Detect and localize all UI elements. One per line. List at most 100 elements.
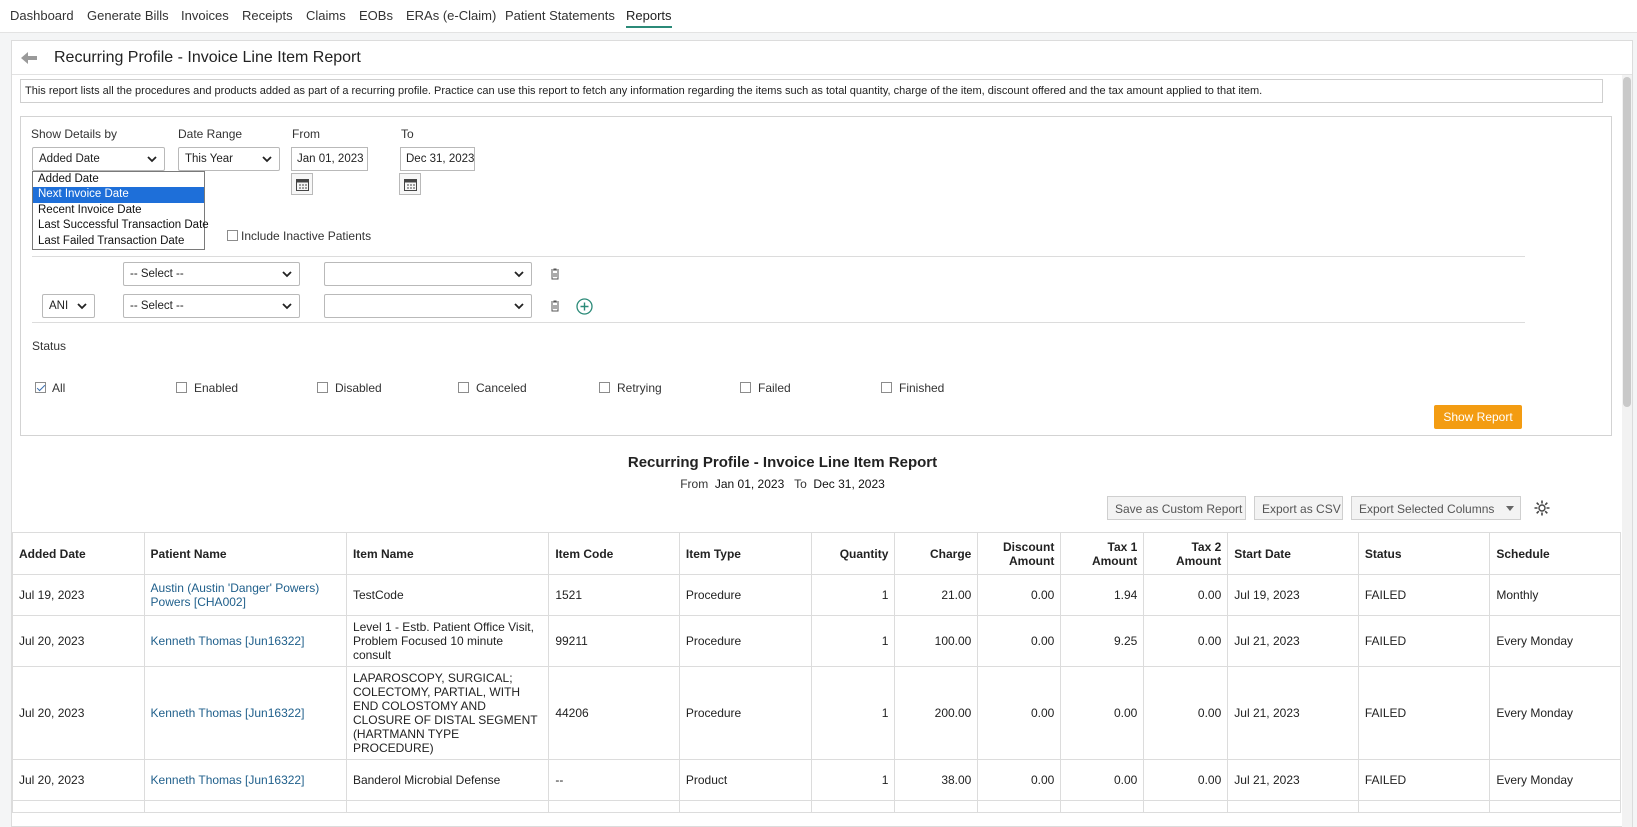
scrollbar-thumb[interactable]: [1623, 77, 1631, 407]
cell-status: FAILED: [1357, 666, 1491, 760]
cell-item-name: Banderol Microbial Defense: [345, 759, 550, 801]
cell-item-type: Procedure: [678, 574, 813, 616]
cell-item-type: Product: [678, 759, 813, 801]
cell-discount: 0.00: [977, 666, 1062, 760]
nav-reports[interactable]: Reports: [626, 8, 672, 28]
report-table: Added Date Patient Name Item Name Item C…: [12, 532, 1621, 813]
dropdown-option[interactable]: Added Date: [33, 172, 204, 187]
nav-claims[interactable]: Claims: [306, 8, 346, 23]
nav-invoices[interactable]: Invoices: [181, 8, 229, 23]
nav-eras[interactable]: ERAs (e-Claim): [406, 8, 496, 23]
col-charge[interactable]: Charge: [894, 532, 979, 575]
calendar-icon: [296, 179, 309, 191]
page-title: Recurring Profile - Invoice Line Item Re…: [54, 49, 361, 66]
cell-item-code: --: [548, 759, 680, 801]
cell-discount: 0.00: [977, 574, 1062, 616]
patient-link[interactable]: Kenneth Thomas [Jun16322]: [151, 634, 305, 648]
chevron-down-icon: [77, 303, 87, 310]
to-calendar-button[interactable]: [399, 173, 421, 195]
criteria-field-select[interactable]: -- Select --: [123, 262, 300, 286]
add-criteria-icon[interactable]: [576, 298, 593, 315]
col-item-name[interactable]: Item Name: [345, 532, 550, 575]
criteria-value-select-2[interactable]: [324, 294, 532, 318]
cell-empty: [811, 800, 896, 813]
cell-empty: [977, 800, 1062, 813]
include-inactive-checkbox[interactable]: [227, 230, 238, 241]
cell-schedule: Every Monday: [1489, 615, 1621, 667]
dropdown-option[interactable]: Last Successful Transaction Date: [33, 218, 209, 233]
dropdown-option[interactable]: Recent Invoice Date: [33, 203, 204, 218]
status-enabled-checkbox[interactable]: [176, 382, 187, 393]
cell-patient-name: Kenneth Thomas [Jun16322]: [143, 615, 347, 667]
criteria-field-select-2[interactable]: -- Select --: [123, 294, 300, 318]
status-failed-label: Failed: [758, 381, 791, 395]
caret-down-icon: [1506, 506, 1514, 511]
patient-link[interactable]: Kenneth Thomas [Jun16322]: [151, 706, 305, 720]
patient-link[interactable]: Kenneth Thomas [Jun16322]: [151, 773, 305, 787]
export-csv-button[interactable]: Export as CSV: [1254, 496, 1343, 520]
cell-tax1: 9.25: [1060, 615, 1145, 667]
criteria-operator-select[interactable]: ANI: [42, 294, 95, 318]
cell-added-date: Jul 19, 2023: [12, 574, 145, 616]
calendar-icon: [404, 179, 417, 191]
nav-eobs[interactable]: EOBs: [359, 8, 393, 23]
cell-start-date: Jul 21, 2023: [1227, 615, 1359, 667]
criteria-field-value: -- Select --: [130, 268, 184, 280]
back-arrow-icon[interactable]: [20, 51, 38, 65]
cell-empty: [1143, 800, 1229, 813]
col-added-date[interactable]: Added Date: [12, 532, 145, 575]
status-finished-checkbox[interactable]: [881, 382, 892, 393]
col-patient-name[interactable]: Patient Name: [143, 532, 347, 575]
status-canceled-checkbox[interactable]: [458, 382, 469, 393]
save-custom-report-button[interactable]: Save as Custom Report: [1107, 496, 1246, 520]
nav-receipts[interactable]: Receipts: [242, 8, 293, 23]
status-label: Status: [32, 339, 67, 353]
chevron-down-icon: [147, 156, 157, 163]
criteria-value-select[interactable]: [324, 262, 532, 286]
col-quantity[interactable]: Quantity: [811, 532, 896, 575]
col-schedule[interactable]: Schedule: [1489, 532, 1621, 575]
nav-generate-bills[interactable]: Generate Bills: [87, 8, 169, 23]
date-range-select[interactable]: This Year: [178, 147, 280, 171]
cell-tax1: 0.00: [1060, 759, 1145, 801]
cell-item-type: Procedure: [678, 666, 813, 760]
col-tax2-amount[interactable]: Tax 2 Amount: [1143, 532, 1229, 575]
trash-icon[interactable]: [548, 267, 562, 281]
cell-item-type: Procedure: [678, 615, 813, 667]
from-calendar-button[interactable]: [291, 173, 313, 195]
cell-charge: 21.00: [894, 574, 979, 616]
trash-icon[interactable]: [548, 299, 562, 313]
dropdown-option-highlighted[interactable]: Next Invoice Date: [33, 187, 204, 203]
col-discount-amount[interactable]: Discount Amount: [977, 532, 1062, 575]
date-range-value: This Year: [185, 153, 233, 165]
status-retrying-checkbox[interactable]: [599, 382, 610, 393]
criteria-field-value-2: -- Select --: [130, 300, 184, 312]
col-item-type[interactable]: Item Type: [678, 532, 813, 575]
to-date-input[interactable]: Dec 31, 2023: [400, 147, 475, 171]
show-report-button[interactable]: Show Report: [1434, 405, 1522, 429]
cell-empty: [548, 800, 680, 813]
status-all-checkbox[interactable]: [35, 382, 46, 393]
col-item-code[interactable]: Item Code: [548, 532, 680, 575]
col-tax1-amount[interactable]: Tax 1 Amount: [1060, 532, 1145, 575]
nav-dashboard[interactable]: Dashboard: [10, 8, 74, 23]
from-date-input[interactable]: Jan 01, 2023: [291, 147, 368, 171]
chevron-down-icon: [514, 303, 524, 310]
status-disabled-checkbox[interactable]: [317, 382, 328, 393]
col-start-date[interactable]: Start Date: [1227, 532, 1359, 575]
show-details-select[interactable]: Added Date: [32, 147, 165, 171]
cell-empty: [894, 800, 979, 813]
nav-patient-statements[interactable]: Patient Statements: [505, 8, 615, 23]
range-from-value: Jan 01, 2023: [714, 477, 785, 491]
cell-tax2: 0.00: [1143, 615, 1229, 667]
col-status[interactable]: Status: [1357, 532, 1491, 575]
patient-link[interactable]: Austin (Austin 'Danger' Powers) Powers […: [151, 581, 320, 609]
show-details-dropdown: Added Date Next Invoice Date Recent Invo…: [32, 171, 209, 250]
dropdown-option[interactable]: Last Failed Transaction Date: [33, 234, 204, 249]
range-to-label: To: [794, 477, 807, 491]
cell-quantity: 1: [811, 615, 896, 667]
gear-icon[interactable]: [1533, 499, 1551, 517]
export-selected-columns-dropdown[interactable]: Export Selected Columns: [1351, 496, 1521, 520]
cell-item-code: 99211: [548, 615, 680, 667]
status-failed-checkbox[interactable]: [740, 382, 751, 393]
